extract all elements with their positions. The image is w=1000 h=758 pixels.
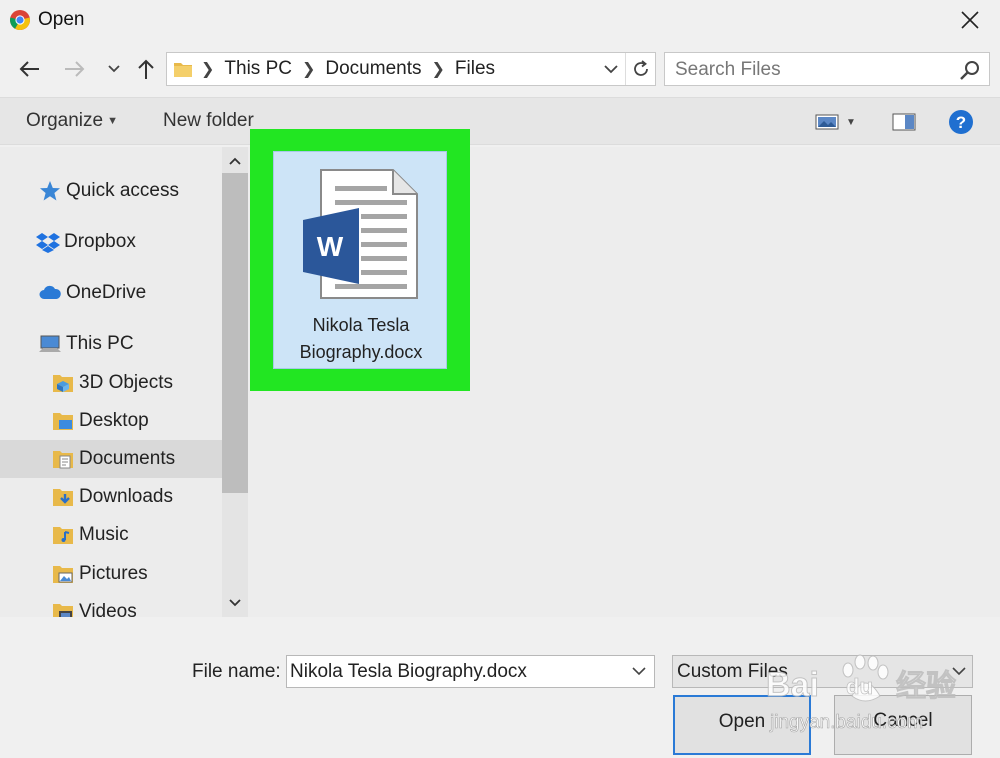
command-toolbar: Organize ▼ New folder ▼ ? xyxy=(0,97,1000,145)
sidebar-item-label: Desktop xyxy=(79,410,149,431)
computer-icon xyxy=(39,335,61,352)
breadcrumb-this-pc[interactable]: This PC xyxy=(224,58,292,80)
back-button[interactable] xyxy=(16,56,42,82)
sidebar-item-label: Documents xyxy=(79,448,176,469)
breadcrumb-files[interactable]: Files xyxy=(455,58,495,80)
refresh-button[interactable] xyxy=(625,53,655,85)
sidebar-item-quick-access[interactable]: Quick access xyxy=(0,172,222,210)
sidebar-item-pictures[interactable]: Pictures xyxy=(0,555,222,593)
chevron-right-icon: ❯ xyxy=(201,61,215,78)
chevron-down-icon xyxy=(604,65,618,74)
view-options-button[interactable] xyxy=(814,110,840,134)
chevron-right-icon: ❯ xyxy=(431,61,445,78)
up-button[interactable] xyxy=(133,56,159,82)
close-icon xyxy=(961,11,979,29)
chevron-down-icon xyxy=(229,599,241,607)
organize-button[interactable]: Organize ▼ xyxy=(26,110,118,132)
sidebar-item-documents[interactable]: Documents xyxy=(0,440,222,478)
chevron-down-icon xyxy=(952,666,966,675)
svg-text:W: W xyxy=(317,231,344,262)
sidebar-item-dropbox[interactable]: Dropbox xyxy=(0,223,222,261)
search-placeholder: Search Files xyxy=(675,59,781,80)
recent-locations-button[interactable] xyxy=(101,56,127,82)
navigation-pane: Quick access Dropbox OneDrive This PC 3D… xyxy=(0,147,222,617)
sidebar-item-onedrive[interactable]: OneDrive xyxy=(0,274,222,312)
window-title: Open xyxy=(38,9,85,30)
folder-downloads-icon xyxy=(53,489,73,506)
address-dropdown-button[interactable] xyxy=(599,57,623,81)
sidebar-item-label: Downloads xyxy=(79,486,173,507)
breadcrumb: ❯ This PC ❯ Documents ❯ Files xyxy=(201,53,495,85)
chrome-icon xyxy=(10,10,30,30)
folder-videos-icon xyxy=(53,604,73,617)
file-type-dropdown-button[interactable] xyxy=(948,660,970,682)
sidebar-item-downloads[interactable]: Downloads xyxy=(0,478,222,516)
sidebar-item-desktop[interactable]: Desktop xyxy=(0,402,222,440)
sidebar-item-label: Music xyxy=(79,524,129,545)
preview-pane-icon xyxy=(892,113,916,131)
word-document-icon: W xyxy=(303,169,418,299)
sidebar-item-label: This PC xyxy=(66,333,134,354)
view-dropdown-button[interactable]: ▼ xyxy=(843,110,859,134)
sidebar-item-label: OneDrive xyxy=(66,282,147,303)
help-icon: ? xyxy=(949,110,973,134)
svg-text:?: ? xyxy=(956,113,966,132)
breadcrumb-documents[interactable]: Documents xyxy=(325,58,421,80)
preview-pane-button[interactable] xyxy=(891,110,917,134)
folder-3d-icon xyxy=(53,375,73,392)
arrow-right-icon xyxy=(65,61,85,77)
organize-label: Organize xyxy=(26,110,104,131)
folder-icon xyxy=(174,63,192,77)
help-button[interactable]: ? xyxy=(948,110,974,134)
new-folder-button[interactable]: New folder xyxy=(163,110,254,132)
scroll-down-button[interactable] xyxy=(225,593,245,613)
caret-down-icon: ▼ xyxy=(846,116,856,128)
refresh-icon xyxy=(633,60,648,76)
sidebar-item-music[interactable]: Music xyxy=(0,516,222,554)
sidebar-item-label: Pictures xyxy=(79,563,148,584)
folder-documents-icon xyxy=(53,451,73,469)
title-bar: Open xyxy=(0,0,1000,40)
search-input[interactable]: Search Files xyxy=(664,52,990,86)
view-thumbnails-icon xyxy=(815,114,839,130)
file-name-label: Nikola Tesla Biography.docx xyxy=(274,312,448,366)
chevron-right-icon: ❯ xyxy=(301,61,316,78)
caret-down-icon: ▼ xyxy=(107,114,118,127)
arrow-left-icon xyxy=(19,61,39,77)
folder-pictures-icon xyxy=(53,566,73,583)
folder-desktop-icon xyxy=(53,413,73,430)
dropbox-icon xyxy=(36,233,60,253)
scrollbar-thumb[interactable] xyxy=(222,173,248,493)
sidebar-item-this-pc[interactable]: This PC xyxy=(0,325,222,363)
open-button[interactable]: Open xyxy=(673,695,811,755)
address-bar[interactable]: ❯ This PC ❯ Documents ❯ Files xyxy=(166,52,656,86)
file-type-select[interactable]: Custom Files xyxy=(672,655,973,688)
cloud-icon xyxy=(39,285,61,299)
search-icon xyxy=(960,61,979,80)
file-name-field-label: File name: xyxy=(192,661,281,682)
star-icon xyxy=(40,181,60,201)
sidebar-item-videos[interactable]: Videos xyxy=(0,593,222,617)
scroll-up-button[interactable] xyxy=(225,151,245,171)
file-name-line-2: Biography.docx xyxy=(299,342,423,362)
forward-button[interactable] xyxy=(62,56,88,82)
chevron-down-icon xyxy=(108,65,120,73)
sidebar-scrollbar[interactable] xyxy=(222,147,248,617)
file-name-input[interactable]: Nikola Tesla Biography.docx xyxy=(286,655,655,688)
file-name-dropdown-button[interactable] xyxy=(628,660,650,682)
cancel-button[interactable]: Cancel xyxy=(834,695,972,755)
close-button[interactable] xyxy=(950,4,990,36)
arrow-up-icon xyxy=(138,59,154,79)
sidebar-item-label: 3D Objects xyxy=(79,372,173,393)
sidebar-item-3d-objects[interactable]: 3D Objects xyxy=(0,364,222,402)
sidebar-item-label: Videos xyxy=(79,601,137,617)
folder-music-icon xyxy=(53,527,73,544)
file-name-line-1: Nikola Tesla xyxy=(312,315,410,335)
sidebar-item-label: Dropbox xyxy=(64,231,136,252)
chevron-down-icon xyxy=(632,666,646,675)
chevron-up-icon xyxy=(229,157,241,165)
sidebar-item-label: Quick access xyxy=(66,180,179,201)
file-item[interactable]: W Nikola Tesla Biography.docx xyxy=(273,151,447,369)
